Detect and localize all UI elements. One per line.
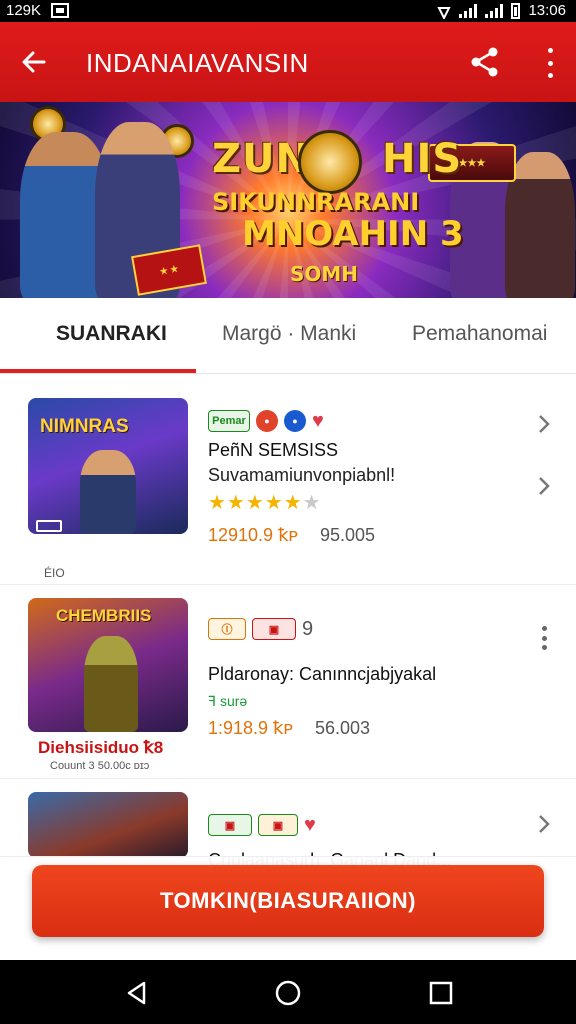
thumb-character [84, 636, 138, 732]
brand-icon: Ⓘ [208, 618, 246, 640]
status-bar: 129K 13:06 [0, 0, 576, 22]
status-time: 13:06 [528, 2, 566, 19]
brand-icon: ● [284, 410, 306, 432]
coin-icon [298, 130, 362, 194]
thumb-caption: ÉIO [44, 566, 65, 580]
price-primary: 12910.9 ꝁᴘ [208, 525, 298, 545]
price-secondary: 95.005 [319, 525, 376, 545]
cta-bar: TOMKIN(BIASURAIION) [0, 856, 576, 960]
banner-subtitle: SIKUNNRARANI [212, 188, 420, 216]
price-secondary: 56.003 [314, 718, 370, 738]
primary-cta-button[interactable]: TOMKIN(BIASURAIION) [32, 865, 544, 937]
item-tags: ▣ ▣ ♥ [208, 812, 451, 838]
price-primary: 1:918.9 ꝁᴘ [208, 718, 293, 738]
system-nav-bar [0, 960, 576, 1024]
chevron-right-icon[interactable] [536, 414, 552, 434]
banner-headline: MNOAHIN 3 [242, 214, 464, 254]
signal-icon [485, 3, 504, 18]
brand-icon: ▣ [208, 814, 252, 836]
badge-icon [36, 520, 62, 532]
game-thumbnail[interactable]: NIMNRAS [28, 398, 188, 534]
page-title: INDANAIAVANSIN [86, 48, 309, 78]
wifi-icon [437, 6, 452, 19]
active-tab-indicator [0, 369, 196, 373]
item-title: PeñN SEMSISS [208, 440, 339, 460]
promo-banner[interactable]: ★★★ ★ ★ ZUN HIS SIKUNNRARANI MNOAHIN 3 SO… [0, 102, 576, 298]
tab-pemahanomai[interactable]: Pemahanomai [412, 322, 547, 346]
chevron-right-icon[interactable] [536, 814, 552, 834]
item-prices: 1:918.9 ꝁᴘ 56.003 [208, 718, 436, 739]
item-meta: Ⓘ ▣ 9 Pldaronay: Canınncjabjyakal ꟻ surə… [208, 616, 436, 739]
item-subtitle: Suvamamiunvonpiabnl! [208, 465, 396, 485]
item-prices: 12910.9 ꝁᴘ 95.005 [208, 525, 395, 546]
signal-icon [459, 3, 478, 18]
item-rating: ꟻ surə [208, 693, 248, 709]
nav-back-icon[interactable] [124, 980, 150, 1006]
nav-recents-icon[interactable] [428, 980, 454, 1006]
item-tags: Ⓘ ▣ 9 [208, 616, 436, 642]
thumb-character [80, 450, 136, 534]
more-vert-icon[interactable] [544, 48, 556, 78]
item-tags: Pemar ● ● ♥ [208, 408, 395, 434]
star-rating: ★★★★★★ [208, 492, 322, 514]
thumb-footer: Diehsiisiduo ꝁ8 Couunt 3 50.00ᴄ ᴅɪɔ [28, 734, 188, 778]
more-vert-icon[interactable] [540, 626, 548, 650]
tag-badge: Pemar [208, 410, 250, 432]
battery-icon [511, 2, 521, 19]
tab-bar: SUANRAKI Margö · Manki Pemahanomai [0, 298, 576, 374]
arrow-left-icon[interactable] [18, 46, 50, 78]
heart-icon[interactable]: ♥ [312, 410, 324, 432]
heart-icon[interactable]: ♥ [304, 814, 316, 836]
brand-icon: ● [256, 410, 278, 432]
nav-home-icon[interactable] [275, 980, 301, 1006]
banner-tagline: SOMH [290, 262, 359, 286]
thumb-title: CHEMBRIIS [56, 606, 152, 625]
game-thumbnail[interactable] [28, 792, 188, 858]
item-title: Pldaronay: Canınncjabjyakal [208, 664, 437, 684]
tab-margo-manki[interactable]: Margö · Manki [222, 322, 356, 346]
thumb-footer-title: Diehsiisiduo ꝁ8 [38, 738, 164, 757]
share-icon[interactable] [470, 46, 500, 78]
screenshot-icon [51, 3, 70, 18]
brand-icon: ▣ [258, 814, 298, 836]
divider [0, 778, 576, 779]
thumb-title: NIMNRAS [40, 416, 129, 437]
thumb-caption: Couunt 3 50.00ᴄ ᴅɪɔ [50, 760, 150, 772]
status-left-text: 129K [6, 2, 42, 19]
app-bar: INDANAIAVANSIN [0, 22, 576, 102]
game-thumbnail[interactable]: CHEMBRIIS [28, 598, 188, 732]
item-count: 9 [302, 617, 314, 640]
brand-icon: ▣ [252, 618, 296, 640]
divider [0, 584, 576, 585]
tab-suanraki[interactable]: SUANRAKI [56, 322, 167, 346]
item-meta: Pemar ● ● ♥ PeñN SEMSISS Suvamamiunvonpi… [208, 408, 395, 546]
chevron-right-icon[interactable] [536, 476, 552, 496]
